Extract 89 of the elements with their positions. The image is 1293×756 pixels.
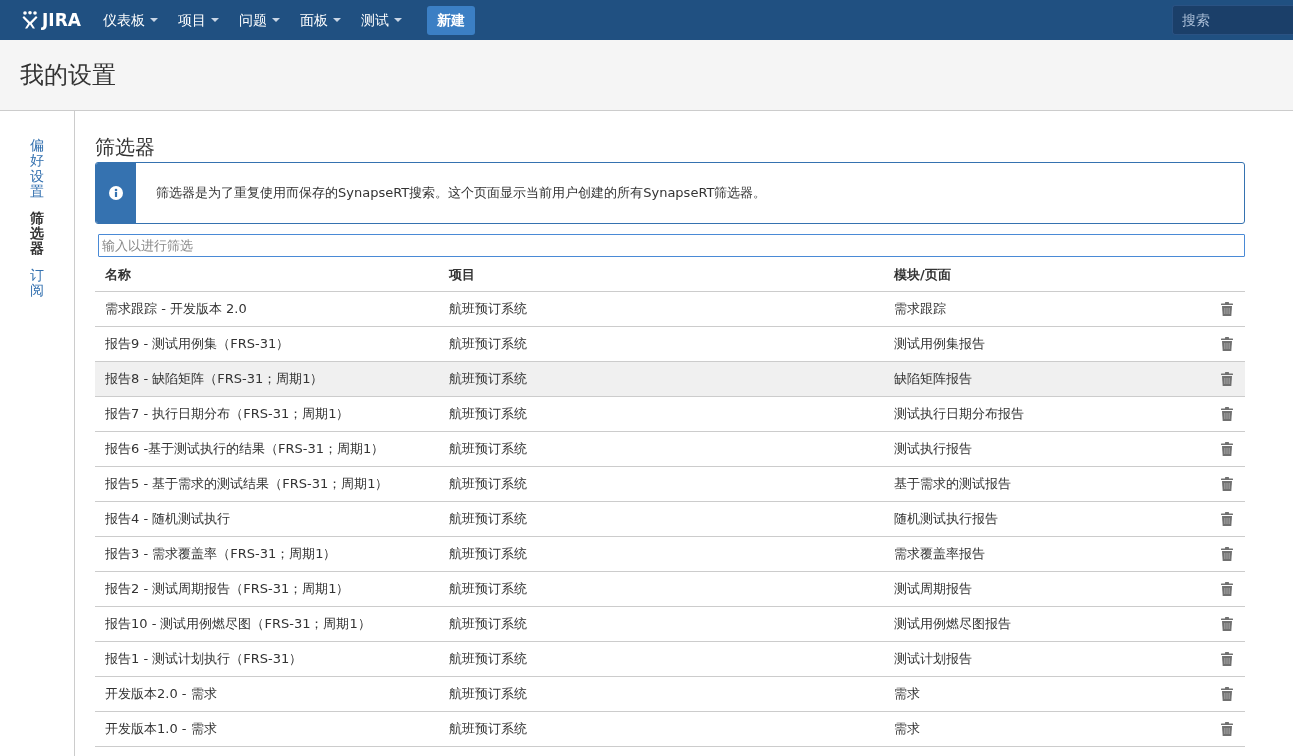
table-cell-text: 航班预订系统 xyxy=(448,300,528,319)
trash-icon[interactable] xyxy=(1221,477,1233,491)
trash-icon[interactable] xyxy=(1221,652,1233,666)
info-icon xyxy=(109,186,123,200)
trash-icon[interactable] xyxy=(1221,337,1233,351)
filter-field[interactable]: 输入以进行筛选 xyxy=(98,234,1245,257)
table-cell-text: 航班预订系统 xyxy=(448,370,528,389)
table-row[interactable]: 开发版本1.0 - 需求 航班预订系统 需求 xyxy=(95,712,1245,747)
table-cell-text: 报告7 - 执行日期分布（FRS-31；周期1） xyxy=(104,405,351,424)
table-cell-text: 航班预订系统 xyxy=(448,405,528,424)
table-cell-text: 航班预订系统 xyxy=(448,580,528,599)
nav-menu[interactable]: 仪表板 xyxy=(92,0,168,40)
table-cell-text: 报告4 - 随机测试执行 xyxy=(104,510,232,529)
table-cell-text: 报告3 - 需求覆盖率（FRS-31；周期1） xyxy=(104,545,338,564)
search-field[interactable]: 搜索 xyxy=(1172,5,1293,35)
table-cell-text: 航班预订系统 xyxy=(448,545,528,564)
trash-icon[interactable] xyxy=(1221,407,1233,421)
table-row[interactable]: 需求跟踪 - 开发版本 2.0 航班预订系统 需求跟踪 xyxy=(95,292,1245,327)
table-cell-text: 随机测试执行报告 xyxy=(893,510,999,529)
table-cell-text: 报告2 - 测试周期报告（FRS-31；周期1） xyxy=(104,580,351,599)
table-row[interactable]: 报告2 - 测试周期报告（FRS-31；周期1） 航班预订系统 测试周期报告 xyxy=(95,572,1245,607)
nav-menu[interactable]: 项目 xyxy=(167,0,229,40)
table-row[interactable]: 报告3 - 需求覆盖率（FRS-31；周期1） 航班预订系统 需求覆盖率报告 xyxy=(95,537,1245,572)
table-cell-text: 开发版本1.0 - 需求 xyxy=(104,720,218,739)
column-header: 模块/页面 xyxy=(892,265,952,284)
table-cell-text: 缺陷矩阵报告 xyxy=(893,370,973,389)
section-title: 筛选器 xyxy=(95,135,156,160)
table-cell-text: 需求跟踪 xyxy=(893,300,947,319)
caret-icon xyxy=(149,18,158,22)
trash-icon[interactable] xyxy=(1221,617,1233,631)
table-row[interactable]: 报告1 - 测试计划执行（FRS-31） 航班预订系统 测试计划报告 xyxy=(95,642,1245,677)
logo-icon xyxy=(22,11,38,29)
table-cell-text: 航班预订系统 xyxy=(448,510,528,529)
create-button[interactable]: 新建 xyxy=(426,5,475,35)
nav-menu[interactable]: 测试 xyxy=(350,0,412,40)
table-cell-text: 基于需求的测试报告 xyxy=(893,475,1012,494)
logo[interactable]: JIRA xyxy=(22,11,81,29)
sidebar-item[interactable]: 订阅 xyxy=(30,267,44,299)
column-header: 名称 xyxy=(104,265,132,284)
caret-icon xyxy=(332,18,341,22)
table-cell-text: 航班预订系统 xyxy=(448,335,528,354)
table-cell-text: 测试用例集报告 xyxy=(893,335,986,354)
table-row[interactable]: 开发版本2.0 - 需求 航班预订系统 需求 xyxy=(95,677,1245,712)
table-row[interactable]: 报告8 - 缺陷矩阵（FRS-31；周期1） 航班预订系统 缺陷矩阵报告 xyxy=(95,362,1245,397)
table-row[interactable]: 报告7 - 执行日期分布（FRS-31；周期1） 航班预订系统 测试执行日期分布报告 xyxy=(95,397,1245,432)
table-cell-text: 需求跟踪 - 开发版本 2.0 xyxy=(104,300,248,319)
table-cell-text: 航班预订系统 xyxy=(448,440,528,459)
sidebar-item[interactable]: 偏好设置 xyxy=(30,138,44,200)
trash-icon[interactable] xyxy=(1221,722,1233,736)
table-cell-text: 航班预订系统 xyxy=(448,650,528,669)
table-cell-text: 测试计划报告 xyxy=(893,650,973,669)
table-row[interactable]: 报告10 - 测试用例燃尽图（FRS-31；周期1） 航班预订系统 测试用例燃尽图报告 xyxy=(95,607,1245,642)
sidebar-item[interactable]: 筛选器 xyxy=(30,210,44,257)
info-text: 筛选器是为了重复使用而保存的SynapseRT搜索。这个页面显示当前用户创建的所有SynapseRT筛选器。 xyxy=(155,184,767,203)
table-row[interactable]: 报告6 -基于测试执行的结果（FRS-31；周期1） 航班预订系统 测试执行报告 xyxy=(95,432,1245,467)
nav-menu[interactable]: 面板 xyxy=(289,0,351,40)
table-cell-text: 测试周期报告 xyxy=(893,580,973,599)
table-cell-text: 开发版本2.0 - 需求 xyxy=(104,685,218,704)
table-cell-text: 报告9 - 测试用例集（FRS-31） xyxy=(104,335,291,354)
table-cell-text: 测试执行报告 xyxy=(893,440,973,459)
table-cell-text: 航班预订系统 xyxy=(448,615,528,634)
trash-icon[interactable] xyxy=(1221,302,1233,316)
caret-icon xyxy=(210,18,219,22)
table-cell-text: 报告6 -基于测试执行的结果（FRS-31；周期1） xyxy=(104,440,386,459)
table-cell-text: 航班预订系统 xyxy=(448,685,528,704)
table-cell-text: 需求 xyxy=(893,685,921,704)
table-cell-text: 航班预订系统 xyxy=(448,475,528,494)
table-cell-text: 报告8 - 缺陷矩阵（FRS-31；周期1） xyxy=(104,370,325,389)
trash-icon[interactable] xyxy=(1221,547,1233,561)
table-cell-text: 航班预订系统 xyxy=(448,720,528,739)
table-cell-text: 报告1 - 测试计划执行（FRS-31） xyxy=(104,650,304,669)
trash-icon[interactable] xyxy=(1221,512,1233,526)
column-header: 项目 xyxy=(447,265,476,284)
page-title: 我的设置 xyxy=(20,60,116,90)
trash-icon[interactable] xyxy=(1221,442,1233,456)
table-cell-text: 报告10 - 测试用例燃尽图（FRS-31；周期1） xyxy=(104,615,372,634)
table-cell-text: 报告5 - 基于需求的测试结果（FRS-31；周期1） xyxy=(104,475,390,494)
table-cell-text: 需求 xyxy=(893,720,921,739)
table-cell-text: 测试执行日期分布报告 xyxy=(893,405,1025,424)
caret-icon xyxy=(393,18,402,22)
caret-icon xyxy=(271,18,280,22)
nav-menu[interactable]: 问题 xyxy=(228,0,290,40)
trash-icon[interactable] xyxy=(1221,372,1233,386)
trash-icon[interactable] xyxy=(1221,687,1233,701)
table-row[interactable]: 报告5 - 基于需求的测试结果（FRS-31；周期1） 航班预订系统 基于需求的测试报告 xyxy=(95,467,1245,502)
table-cell-text: 测试用例燃尽图报告 xyxy=(893,615,1012,634)
table-cell-text: 需求覆盖率报告 xyxy=(893,545,986,564)
trash-icon[interactable] xyxy=(1221,582,1233,596)
table-row[interactable]: 报告4 - 随机测试执行 航班预订系统 随机测试执行报告 xyxy=(95,502,1245,537)
